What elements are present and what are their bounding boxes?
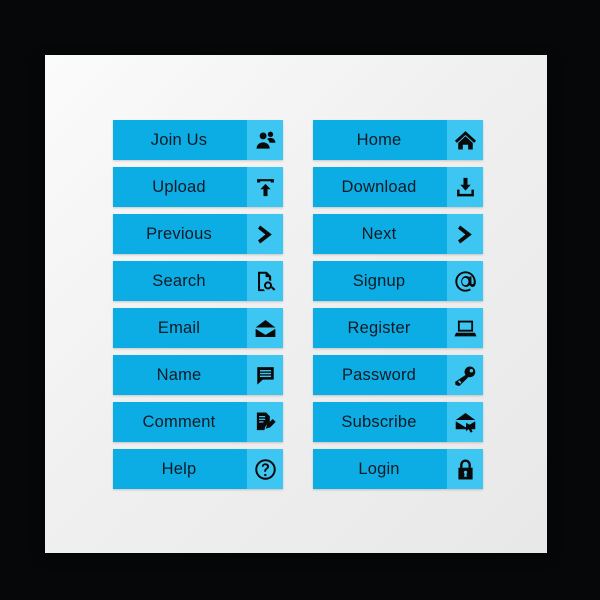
document-search-icon [247,261,283,301]
button-label: Home [356,130,402,149]
button-register[interactable]: Register [313,308,483,348]
laptop-icon [447,308,483,348]
button-signup[interactable]: Signup [313,261,483,301]
button-next[interactable]: Next [313,214,483,254]
home-icon [447,120,483,160]
envelope-icon [247,308,283,348]
button-label: Next [361,224,397,243]
button-label: Help [161,459,197,478]
button-label: Signup [352,271,406,290]
right-column: Home Download Next Signup Register Passw… [313,120,483,496]
button-login[interactable]: Login [313,449,483,489]
button-label: Name [156,365,202,384]
speech-bubble-icon [247,355,283,395]
document-pen-icon [247,402,283,442]
button-set-panel: Join Us Upload Previous Search Email Nam… [45,55,547,553]
button-join-us[interactable]: Join Us [113,120,283,160]
chevron-right-icon [247,214,283,254]
button-label: Login [358,459,400,478]
button-label: Join Us [150,130,208,149]
button-columns: Join Us Upload Previous Search Email Nam… [45,55,547,553]
button-label: Upload [152,177,206,196]
button-email[interactable]: Email [113,308,283,348]
envelope-cursor-icon [447,402,483,442]
button-upload[interactable]: Upload [113,167,283,207]
button-label: Email [157,318,201,337]
chevron-right-icon [447,214,483,254]
left-column: Join Us Upload Previous Search Email Nam… [113,120,283,496]
button-help[interactable]: Help [113,449,283,489]
button-subscribe[interactable]: Subscribe [313,402,483,442]
upload-arrow-icon [247,167,283,207]
padlock-icon [447,449,483,489]
button-label: Download [341,177,417,196]
button-download[interactable]: Download [313,167,483,207]
at-sign-icon [447,261,483,301]
button-previous[interactable]: Previous [113,214,283,254]
button-label: Search [152,271,206,290]
question-circle-icon [247,449,283,489]
download-tray-icon [447,167,483,207]
button-label: Comment [142,412,216,431]
button-label: Previous [146,224,212,243]
button-home[interactable]: Home [313,120,483,160]
button-label: Subscribe [341,412,417,431]
button-comment[interactable]: Comment [113,402,283,442]
key-icon [447,355,483,395]
screenshot-stage: Join Us Upload Previous Search Email Nam… [0,0,600,600]
button-label: Password [341,365,417,384]
users-icon [247,120,283,160]
button-name[interactable]: Name [113,355,283,395]
button-search[interactable]: Search [113,261,283,301]
button-label: Register [347,318,411,337]
button-password[interactable]: Password [313,355,483,395]
